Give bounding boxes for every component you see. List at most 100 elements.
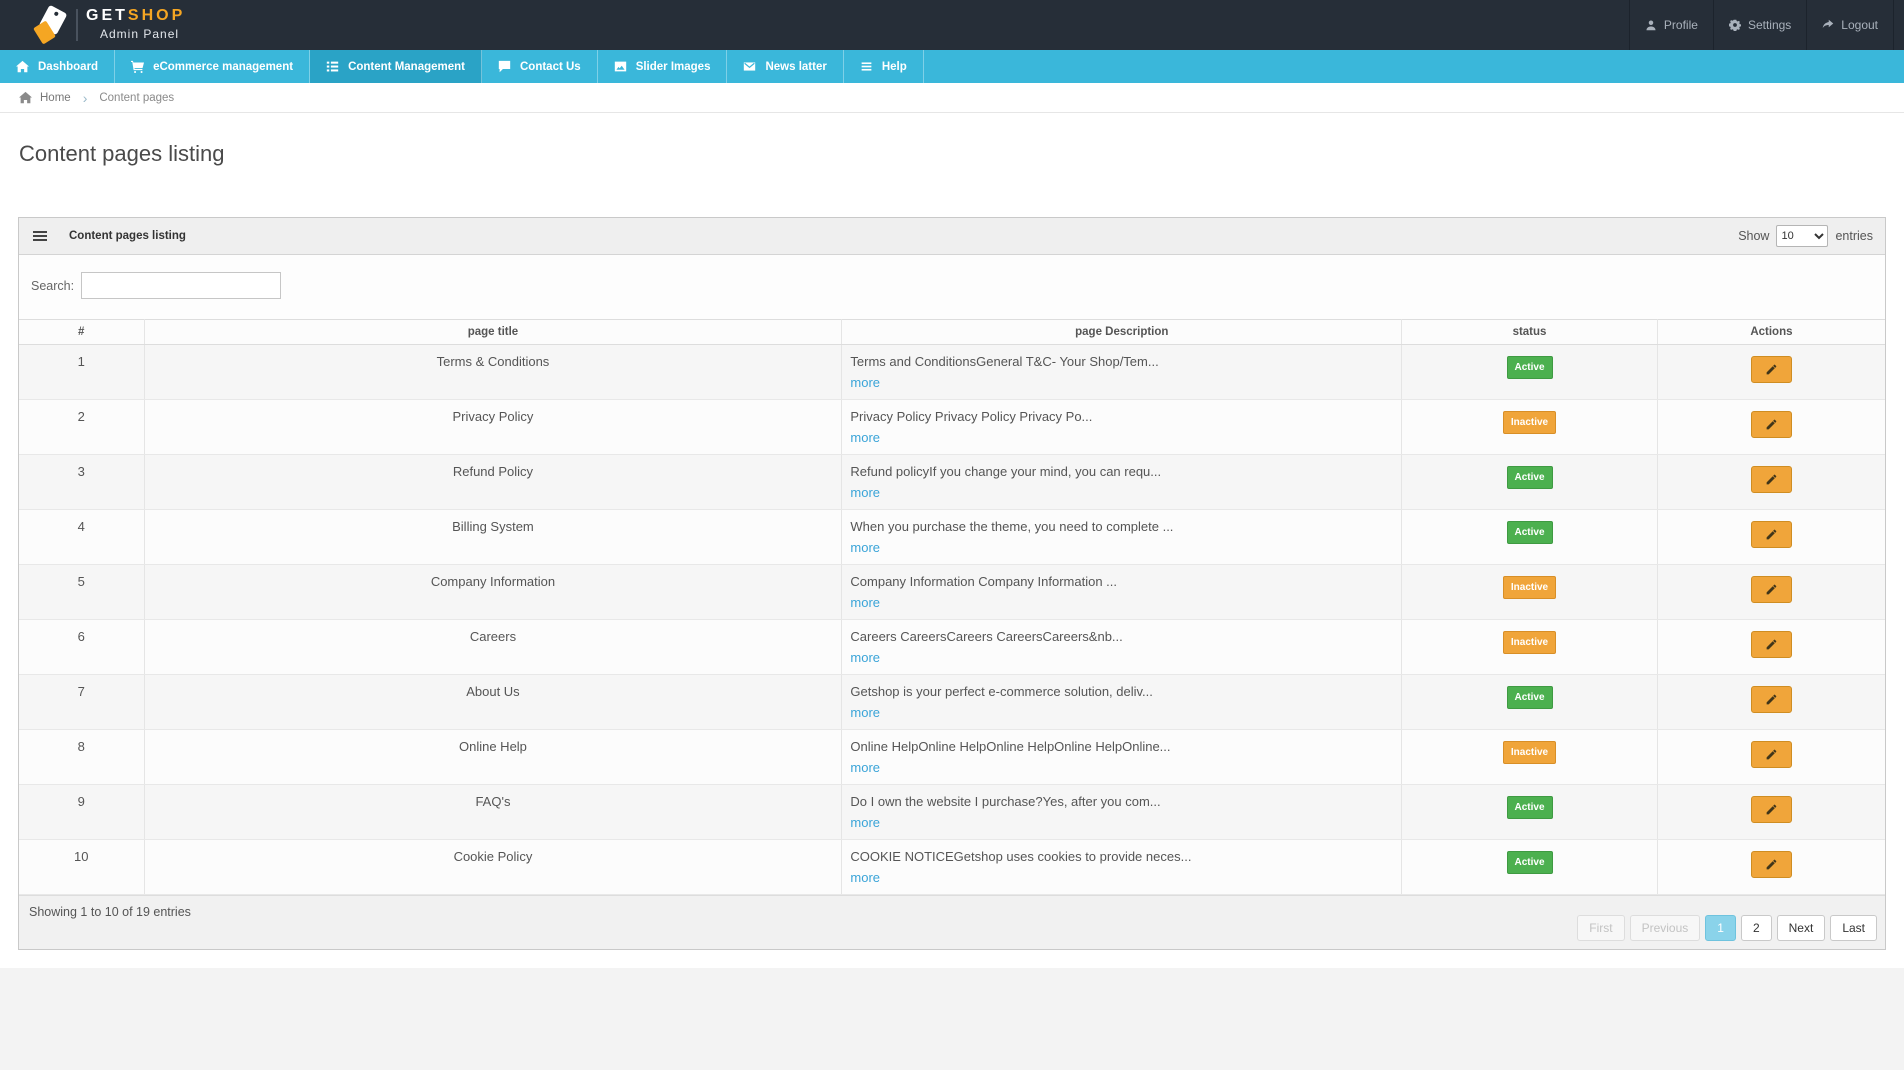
pencil-icon [1765,638,1778,651]
page-description-cell: COOKIE NOTICEGetshop uses cookies to pro… [842,840,1402,895]
nav-content-management[interactable]: Content Management [310,50,482,83]
table-row: 5 Company Information Company Informatio… [19,565,1885,620]
logo-divider [76,9,78,41]
description-text: Terms and ConditionsGeneral T&C- Your Sh… [850,354,1393,370]
status-cell: Inactive [1402,400,1658,455]
pagination-page-1[interactable]: 1 [1705,915,1736,941]
description-text: COOKIE NOTICEGetshop uses cookies to pro… [850,849,1393,865]
more-link[interactable]: more [850,430,880,445]
edit-button[interactable] [1751,466,1792,493]
pagination-page-2[interactable]: 2 [1741,915,1772,941]
nav-contact-us[interactable]: Contact Us [482,50,598,83]
page-description-cell: Refund policyIf you change your mind, yo… [842,455,1402,510]
more-link[interactable]: more [850,705,880,720]
row-number: 5 [19,565,144,620]
more-link[interactable]: more [850,375,880,390]
content-area: Home › Content pages Content pages listi… [0,83,1904,968]
edit-button[interactable] [1751,851,1792,878]
row-number: 10 [19,840,144,895]
content-pages-table: # page title page Description status Act… [19,319,1885,895]
nav-dashboard[interactable]: Dashboard [0,50,115,83]
nav-news-latter[interactable]: News latter [727,50,843,83]
breadcrumb-home-label: Home [40,92,71,104]
entries-summary: Showing 1 to 10 of 19 entries [29,905,191,919]
page-description-cell: Careers CareersCareers CareersCareers&nb… [842,620,1402,675]
page-title-cell: Online Help [144,730,842,785]
cart-icon [131,60,144,73]
pagination-previous[interactable]: Previous [1630,915,1701,941]
description-text: Getshop is your perfect e-commerce solut… [850,684,1393,700]
more-link[interactable]: more [850,870,880,885]
edit-button[interactable] [1751,796,1792,823]
pencil-icon [1765,528,1778,541]
profile-link[interactable]: Profile [1629,0,1713,50]
show-entries: Show 10 entries [1738,225,1873,247]
row-number: 3 [19,455,144,510]
logout-link[interactable]: Logout [1806,0,1894,50]
more-link[interactable]: more [850,760,880,775]
page-title-cell: About Us [144,675,842,730]
search-input[interactable] [81,272,281,299]
page-title-cell: FAQ's [144,785,842,840]
actions-cell [1657,510,1885,565]
status-cell: Inactive [1402,620,1658,675]
edit-button[interactable] [1751,686,1792,713]
table-row: 7 About Us Getshop is your perfect e-com… [19,675,1885,730]
row-number: 9 [19,785,144,840]
more-link[interactable]: more [850,650,880,665]
description-text: Privacy Policy Privacy Policy Privacy Po… [850,409,1393,425]
nav-help[interactable]: Help [844,50,924,83]
description-text: Refund policyIf you change your mind, yo… [850,464,1393,480]
actions-cell [1657,840,1885,895]
status-cell: Active [1402,785,1658,840]
page-title-cell: Billing System [144,510,842,565]
settings-link[interactable]: Settings [1713,0,1806,50]
description-text: Online HelpOnline HelpOnline HelpOnline … [850,739,1393,755]
page-title-cell: Company Information [144,565,842,620]
page-title-cell: Terms & Conditions [144,345,842,400]
edit-button[interactable] [1751,576,1792,603]
top-header: GETSHOP Admin Panel Profile Settings Log… [0,0,1904,50]
entries-label: entries [1835,229,1873,243]
page-description-cell: Getshop is your perfect e-commerce solut… [842,675,1402,730]
logout-icon [1822,19,1834,31]
table-row: 1 Terms & Conditions Terms and Condition… [19,345,1885,400]
more-link[interactable]: more [850,595,880,610]
page-description-cell: Online HelpOnline HelpOnline HelpOnline … [842,730,1402,785]
nav-ecommerce-management[interactable]: eCommerce management [115,50,310,83]
edit-button[interactable] [1751,411,1792,438]
pencil-icon [1765,418,1778,431]
show-label: Show [1738,229,1769,243]
status-badge: Active [1507,686,1553,709]
status-cell: Active [1402,345,1658,400]
row-number: 6 [19,620,144,675]
pagination-next[interactable]: Next [1777,915,1826,941]
nav-label: Help [882,61,907,73]
edit-button[interactable] [1751,356,1792,383]
nav-label: News latter [765,61,826,73]
actions-cell [1657,620,1885,675]
nav-label: Slider Images [636,61,711,73]
nav-slider-images[interactable]: Slider Images [598,50,728,83]
description-text: When you purchase the theme, you need to… [850,519,1393,535]
actions-cell [1657,455,1885,510]
gear-icon [1729,19,1741,31]
pagination-first[interactable]: First [1577,915,1624,941]
search-label: Search: [31,279,74,293]
table-row: 3 Refund Policy Refund policyIf you chan… [19,455,1885,510]
entries-select[interactable]: 10 [1776,225,1828,247]
pagination-last[interactable]: Last [1830,915,1877,941]
page-title-cell: Cookie Policy [144,840,842,895]
edit-button[interactable] [1751,521,1792,548]
more-link[interactable]: more [850,540,880,555]
more-link[interactable]: more [850,815,880,830]
edit-button[interactable] [1751,631,1792,658]
row-number: 2 [19,400,144,455]
page-title-cell: Privacy Policy [144,400,842,455]
nav-label: Content Management [348,61,465,73]
panel-menu-icon[interactable] [31,229,49,243]
edit-button[interactable] [1751,741,1792,768]
table-footer: Showing 1 to 10 of 19 entries First Prev… [19,895,1885,949]
breadcrumb-home[interactable]: Home [19,91,71,104]
more-link[interactable]: more [850,485,880,500]
